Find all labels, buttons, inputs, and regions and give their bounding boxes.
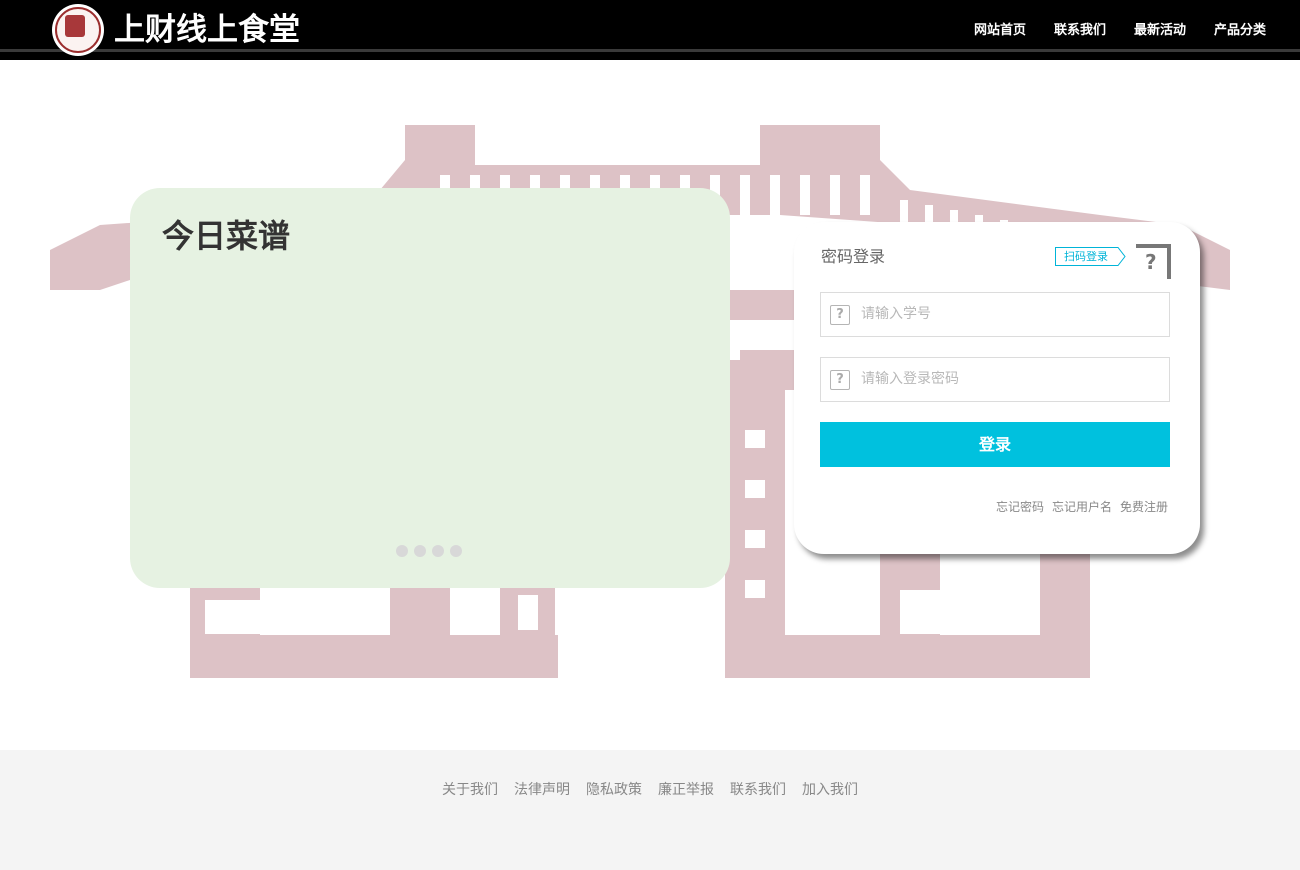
nav-item-products[interactable]: 产品分类 <box>1200 20 1280 42</box>
nav-item-news[interactable]: 最新活动 <box>1120 20 1200 42</box>
password-field[interactable]: ? <box>820 357 1170 402</box>
footer-link-contact[interactable]: 联系我们 <box>730 780 786 800</box>
page-footer: 关于我们 法律声明 隐私政策 廉正举报 联系我们 加入我们 <box>0 750 1300 870</box>
footer-links: 关于我们 法律声明 隐私政策 廉正举报 联系我们 加入我们 <box>0 780 1300 800</box>
university-logo[interactable] <box>52 4 104 56</box>
login-help-links: 忘记密码 忘记用户名 免费注册 <box>988 498 1168 516</box>
main-nav: 网站首页 联系我们 最新活动 产品分类 <box>960 20 1280 42</box>
menu-title: 今日菜谱 <box>162 217 291 255</box>
password-input[interactable] <box>861 364 1161 394</box>
qr-login-tab[interactable]: 扫码登录 <box>1055 247 1127 266</box>
logo-emblem-icon <box>65 15 85 37</box>
svg-text:?: ? <box>1145 250 1157 274</box>
site-title: 上财线上食堂 <box>114 12 300 48</box>
qr-code-icon[interactable]: ? <box>1134 243 1172 281</box>
footer-link-legal[interactable]: 法律声明 <box>514 780 570 800</box>
register-link[interactable]: 免费注册 <box>1120 498 1168 516</box>
carousel-dots <box>396 545 468 557</box>
username-field[interactable]: ? <box>820 292 1170 337</box>
footer-link-join[interactable]: 加入我们 <box>802 780 858 800</box>
lock-icon: ? <box>830 370 850 390</box>
top-header: 上财线上食堂 网站首页 联系我们 最新活动 产品分类 <box>0 0 1300 60</box>
carousel-dot[interactable] <box>396 545 408 557</box>
footer-link-privacy[interactable]: 隐私政策 <box>586 780 642 800</box>
carousel-dot[interactable] <box>432 545 444 557</box>
carousel-dot[interactable] <box>450 545 462 557</box>
footer-link-about[interactable]: 关于我们 <box>442 780 498 800</box>
login-panel: 密码登录 扫码登录 ? ? ? 登录 忘记密码 忘记用户名 免费注册 <box>794 222 1200 554</box>
login-button[interactable]: 登录 <box>820 422 1170 467</box>
login-title: 密码登录 <box>821 247 886 266</box>
forgot-password-link[interactable]: 忘记密码 <box>996 498 1044 516</box>
forgot-username-link[interactable]: 忘记用户名 <box>1052 498 1112 516</box>
menu-carousel: 今日菜谱 <box>130 188 730 588</box>
username-input[interactable] <box>861 299 1161 329</box>
qr-login-label: 扫码登录 <box>1064 250 1108 263</box>
nav-item-home[interactable]: 网站首页 <box>960 20 1040 42</box>
footer-link-report[interactable]: 廉正举报 <box>658 780 714 800</box>
nav-item-contact[interactable]: 联系我们 <box>1040 20 1120 42</box>
carousel-dot[interactable] <box>414 545 426 557</box>
user-icon: ? <box>830 305 850 325</box>
